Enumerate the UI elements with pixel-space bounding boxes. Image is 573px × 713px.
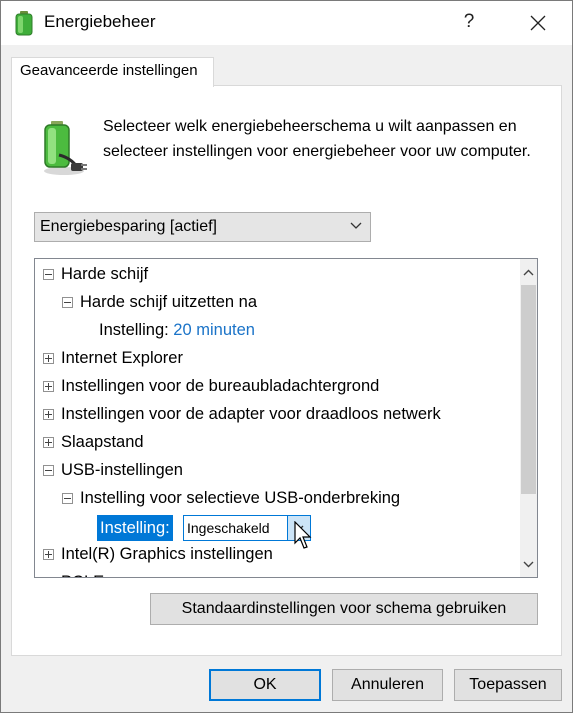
expand-icon[interactable] — [43, 437, 54, 448]
collapse-icon[interactable] — [62, 297, 73, 308]
battery-icon — [15, 11, 33, 36]
expand-icon[interactable] — [43, 549, 54, 560]
power-plan-select[interactable]: Energiebesparing [actief] — [34, 212, 371, 242]
close-button[interactable] — [521, 7, 555, 39]
expand-icon[interactable] — [43, 409, 54, 420]
chevron-down-icon — [350, 222, 362, 229]
power-plan-value: Energiebesparing [actief] — [40, 218, 217, 235]
mouse-cursor-icon — [294, 521, 312, 549]
vertical-scrollbar[interactable] — [520, 259, 537, 577]
collapse-icon[interactable] — [43, 269, 54, 280]
settings-tree[interactable]: Harde schijf Harde schijf uitzetten na I… — [34, 258, 538, 578]
expand-icon[interactable] — [43, 381, 54, 392]
setting-value-link[interactable]: 20 minuten — [173, 321, 255, 339]
usb-setting-select[interactable]: Ingeschakeld — [183, 515, 311, 541]
power-plan-icon — [44, 121, 87, 175]
usb-setting-value: Ingeschakeld — [187, 520, 270, 536]
scroll-up-button[interactable] — [520, 262, 537, 282]
scroll-down-button[interactable] — [520, 554, 537, 574]
description-text: Selecteer welk energiebeheerschema u wil… — [103, 118, 531, 160]
scrollbar-thumb[interactable] — [521, 285, 536, 494]
window-title: Energiebeheer — [44, 12, 156, 31]
apply-button[interactable]: Toepassen — [454, 669, 562, 701]
chevron-up-icon — [523, 269, 534, 275]
tree-item-setting-usb-selected[interactable]: Instelling: — [97, 515, 173, 541]
tree-item-setting-disk[interactable]: Instelling: 20 minuten — [99, 316, 255, 344]
cancel-button[interactable]: Annuleren — [332, 669, 443, 701]
help-button[interactable]: ? — [457, 11, 481, 33]
title-bar: Energiebeheer ? — [1, 1, 572, 45]
expand-icon[interactable] — [43, 577, 54, 578]
collapse-icon[interactable] — [62, 493, 73, 504]
restore-defaults-button[interactable]: Standaardinstellingen voor schema gebrui… — [150, 593, 538, 625]
expand-icon[interactable] — [43, 353, 54, 364]
tab-advanced-settings[interactable]: Geavanceerde instellingen — [11, 57, 214, 87]
close-icon — [530, 15, 546, 31]
power-options-dialog: Energiebeheer ? Geavanceerde instellinge… — [0, 0, 573, 713]
ok-button[interactable]: OK — [209, 669, 321, 701]
chevron-down-icon — [523, 561, 534, 567]
collapse-icon[interactable] — [43, 465, 54, 476]
